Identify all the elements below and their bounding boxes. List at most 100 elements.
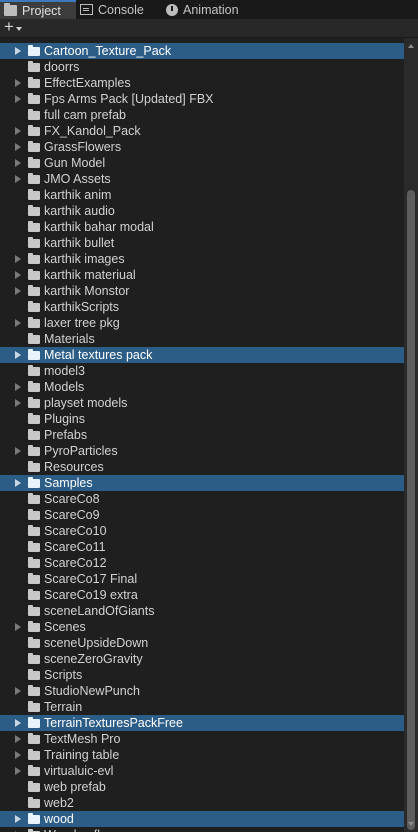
tree-folder-item[interactable]: sceneUpsideDown xyxy=(0,635,404,651)
tree-folder-item[interactable]: ScareCo17 Final xyxy=(0,571,404,587)
folder-icon xyxy=(28,749,40,760)
add-asset-button[interactable]: + xyxy=(2,18,26,36)
expand-arrow-icon[interactable] xyxy=(15,127,21,135)
expand-arrow-icon[interactable] xyxy=(15,687,21,695)
tree-folder-item[interactable]: karthik bahar modal xyxy=(0,219,404,235)
tree-folder-item[interactable]: Metal textures pack xyxy=(0,347,404,363)
folder-label: Gun Model xyxy=(44,156,106,170)
expand-arrow-icon[interactable] xyxy=(15,319,21,327)
tree-folder-item[interactable]: Prefabs xyxy=(0,427,404,443)
tab-console[interactable]: Console xyxy=(76,0,162,19)
tree-folder-item[interactable]: Resources xyxy=(0,459,404,475)
tree-folder-item[interactable]: Models xyxy=(0,379,404,395)
tree-folder-item[interactable]: karthik images xyxy=(0,251,404,267)
tree-folder-item[interactable]: ScareCo12 xyxy=(0,555,404,571)
folder-icon xyxy=(28,173,40,184)
tree-folder-item[interactable]: wood xyxy=(0,811,404,827)
expand-arrow-icon[interactable] xyxy=(15,79,21,87)
tree-folder-item[interactable]: Training table xyxy=(0,747,404,763)
folder-icon xyxy=(28,77,40,88)
folder-icon xyxy=(28,557,40,568)
tree-folder-item[interactable]: Terrain xyxy=(0,699,404,715)
tree-folder-item[interactable]: model3 xyxy=(0,363,404,379)
tree-folder-item[interactable]: karthikScripts xyxy=(0,299,404,315)
tree-folder-item[interactable]: Scripts xyxy=(0,667,404,683)
tree-folder-item[interactable]: JMO Assets xyxy=(0,171,404,187)
expand-arrow-icon[interactable] xyxy=(15,47,21,55)
tree-folder-item[interactable]: virtualuic-evl xyxy=(0,763,404,779)
folder-label: web2 xyxy=(44,796,74,810)
tree-folder-item[interactable]: Cartoon_Texture_Pack xyxy=(0,43,404,59)
expand-arrow-icon[interactable] xyxy=(15,399,21,407)
tree-folder-item[interactable]: ScareCo19 extra xyxy=(0,587,404,603)
folder-label: FX_Kandol_Pack xyxy=(44,124,141,138)
tree-folder-item[interactable]: full cam prefab xyxy=(0,107,404,123)
expand-arrow-icon[interactable] xyxy=(15,735,21,743)
tree-folder-item[interactable]: web2 xyxy=(0,795,404,811)
folder-icon xyxy=(28,285,40,296)
chevron-down-icon xyxy=(16,27,22,31)
tree-folder-item[interactable]: Gun Model xyxy=(0,155,404,171)
tree-folder-item[interactable]: karthik materiual xyxy=(0,267,404,283)
expand-arrow-icon[interactable] xyxy=(15,623,21,631)
folder-label: karthik images xyxy=(44,252,125,266)
folder-label: Cartoon_Texture_Pack xyxy=(44,44,172,58)
tree-folder-item[interactable]: doorrs xyxy=(0,59,404,75)
folder-icon xyxy=(28,413,40,424)
tree-folder-item[interactable]: ScareCo10 xyxy=(0,523,404,539)
tree-folder-item[interactable]: sceneZeroGravity xyxy=(0,651,404,667)
folder-icon xyxy=(28,397,40,408)
folder-label: doorrs xyxy=(44,60,80,74)
tree-folder-item[interactable]: karthik anim xyxy=(0,187,404,203)
tree-folder-item[interactable]: FX_Kandol_Pack xyxy=(0,123,404,139)
tree-folder-item[interactable]: sceneLandOfGiants xyxy=(0,603,404,619)
tree-folder-item[interactable]: Samples xyxy=(0,475,404,491)
tree-folder-item[interactable]: Fps Arms Pack [Updated] FBX xyxy=(0,91,404,107)
tree-folder-item[interactable]: web prefab xyxy=(0,779,404,795)
tree-folder-item[interactable]: StudioNewPunch xyxy=(0,683,404,699)
scrollbar-thumb[interactable] xyxy=(407,190,415,830)
tree-folder-item[interactable]: TerrainTexturesPackFree xyxy=(0,715,404,731)
tree-folder-item[interactable]: Materials xyxy=(0,331,404,347)
folder-icon xyxy=(28,589,40,600)
tree-folder-item[interactable]: karthik audio xyxy=(0,203,404,219)
tree-folder-item[interactable]: karthik bullet xyxy=(0,235,404,251)
expand-arrow-icon[interactable] xyxy=(15,175,21,183)
folder-icon xyxy=(28,221,40,232)
folder-label: karthik materiual xyxy=(44,268,136,282)
expand-arrow-icon[interactable] xyxy=(15,767,21,775)
folder-label: Prefabs xyxy=(44,428,88,442)
tree-folder-item[interactable]: laxer tree pkg xyxy=(0,315,404,331)
folder-label: karthik bahar modal xyxy=(44,220,154,234)
expand-arrow-icon[interactable] xyxy=(15,351,21,359)
tree-folder-item[interactable]: Scenes xyxy=(0,619,404,635)
tree-folder-item[interactable]: PyroParticles xyxy=(0,443,404,459)
tree-folder-item[interactable]: karthik Monstor xyxy=(0,283,404,299)
expand-arrow-icon[interactable] xyxy=(15,719,21,727)
tree-folder-item[interactable]: ScareCo11 xyxy=(0,539,404,555)
tree-folder-item[interactable]: ScareCo8 xyxy=(0,491,404,507)
scroll-up-arrow-icon[interactable] xyxy=(408,44,414,48)
folder-icon xyxy=(28,493,40,504)
scroll-down-arrow-icon[interactable] xyxy=(408,822,414,826)
expand-arrow-icon[interactable] xyxy=(15,287,21,295)
tree-folder-item[interactable]: EffectExamples xyxy=(0,75,404,91)
expand-arrow-icon[interactable] xyxy=(15,447,21,455)
expand-arrow-icon[interactable] xyxy=(15,271,21,279)
tab-animation[interactable]: Animation xyxy=(162,0,249,19)
tree-folder-item[interactable]: ScareCo9 xyxy=(0,507,404,523)
expand-arrow-icon[interactable] xyxy=(15,383,21,391)
vertical-scrollbar[interactable] xyxy=(404,38,418,832)
expand-arrow-icon[interactable] xyxy=(15,255,21,263)
expand-arrow-icon[interactable] xyxy=(15,143,21,151)
expand-arrow-icon[interactable] xyxy=(15,751,21,759)
expand-arrow-icon[interactable] xyxy=(15,815,21,823)
expand-arrow-icon[interactable] xyxy=(15,479,21,487)
expand-arrow-icon[interactable] xyxy=(15,159,21,167)
tree-folder-item[interactable]: TextMesh Pro xyxy=(0,731,404,747)
tree-folder-item[interactable]: Plugins xyxy=(0,411,404,427)
expand-arrow-icon[interactable] xyxy=(15,95,21,103)
tree-folder-item[interactable]: Wooden floor xyxy=(0,827,404,832)
tree-folder-item[interactable]: playset models xyxy=(0,395,404,411)
tree-folder-item[interactable]: GrassFlowers xyxy=(0,139,404,155)
